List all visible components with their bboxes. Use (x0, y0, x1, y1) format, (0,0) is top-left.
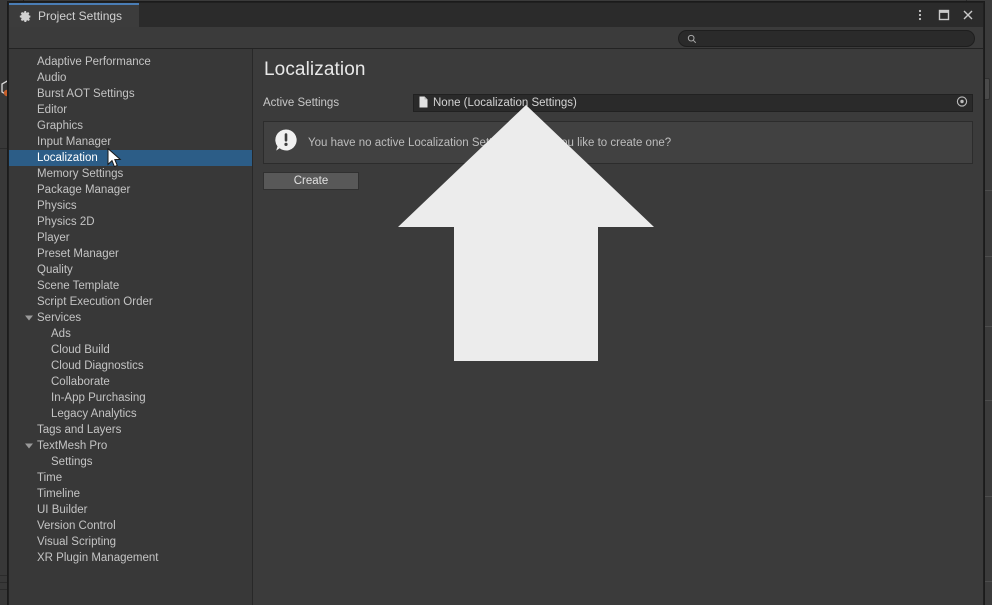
sidebar-item-label: Time (37, 472, 63, 484)
sidebar-item-visual-scripting[interactable]: Visual Scripting (9, 534, 252, 550)
sidebar-item-cloud-diagnostics[interactable]: Cloud Diagnostics (9, 358, 252, 374)
sidebar-item-tags-and-layers[interactable]: Tags and Layers (9, 422, 252, 438)
sidebar-item-label: Localization (37, 152, 98, 164)
maximize-button[interactable] (933, 4, 955, 26)
sidebar-item-label: XR Plugin Management (37, 552, 159, 564)
sidebar-item-label: Tags and Layers (37, 424, 122, 436)
sidebar-item-script-execution-order[interactable]: Script Execution Order (9, 294, 252, 310)
sidebar-item-ui-builder[interactable]: UI Builder (9, 502, 252, 518)
sidebar-item-version-control[interactable]: Version Control (9, 518, 252, 534)
sidebar-item-legacy-analytics[interactable]: Legacy Analytics (9, 406, 252, 422)
sidebar-item-label: Cloud Diagnostics (51, 360, 144, 372)
close-x-icon (963, 10, 973, 20)
active-settings-value: None (Localization Settings) (433, 97, 577, 109)
sidebar-item-time[interactable]: Time (9, 470, 252, 486)
sidebar-item-editor[interactable]: Editor (9, 102, 252, 118)
sidebar-item-input-manager[interactable]: Input Manager (9, 134, 252, 150)
sidebar-item-label: Graphics (37, 120, 84, 132)
search-input[interactable] (701, 32, 974, 45)
maximize-square-icon (938, 9, 950, 21)
sidebar-item-label: Editor (37, 104, 68, 116)
tab-label: Project Settings (38, 9, 123, 23)
search-toolbar (9, 27, 983, 49)
sidebar-item-label: Settings (51, 456, 93, 468)
sidebar-item-label: Ads (51, 328, 71, 340)
sidebar-item-label: Audio (37, 72, 67, 84)
window-body: Adaptive Performance Audio Burst AOT Setti… (9, 49, 983, 605)
gear-icon (19, 10, 32, 23)
sidebar-item-ads[interactable]: Ads (9, 326, 252, 342)
sidebar-item-label: Cloud Build (51, 344, 110, 356)
sidebar-item-label: Player (37, 232, 70, 244)
sidebar-item-label: Physics 2D (37, 216, 95, 228)
sidebar-item-package-manager[interactable]: Package Manager (9, 182, 252, 198)
sidebar-item-burst-aot-settings[interactable]: Burst AOT Settings (9, 86, 252, 102)
warning-icon (274, 128, 298, 157)
sidebar-item-label: In-App Purchasing (51, 392, 146, 404)
sidebar-item-label: Adaptive Performance (37, 56, 151, 68)
sidebar-item-label: Visual Scripting (37, 536, 117, 548)
sidebar-item-label: Preset Manager (37, 248, 119, 260)
sidebar-item-label: Version Control (37, 520, 116, 532)
sidebar-item-label: Memory Settings (37, 168, 124, 180)
active-settings-row: Active Settings None (Localization Setti… (263, 93, 973, 113)
project-settings-window: Project Settings Adaptive Performance Au… (8, 2, 984, 605)
sidebar-item-audio[interactable]: Audio (9, 70, 252, 86)
sidebar-item-label: Legacy Analytics (51, 408, 137, 420)
page-title: Localization (264, 59, 366, 80)
sidebar-item-label: Package Manager (37, 184, 131, 196)
sidebar-item-quality[interactable]: Quality (9, 262, 252, 278)
sidebar-item-physics-2d[interactable]: Physics 2D (9, 214, 252, 230)
sidebar-item-scene-template[interactable]: Scene Template (9, 278, 252, 294)
sidebar-item-xr-plugin-management[interactable]: XR Plugin Management (9, 550, 252, 566)
sidebar-item-label: Script Execution Order (37, 296, 153, 308)
search-icon (687, 34, 697, 43)
settings-sidebar[interactable]: Adaptive Performance Audio Burst AOT Setti… (9, 49, 253, 605)
sidebar-item-timeline[interactable]: Timeline (9, 486, 252, 502)
sidebar-item-services[interactable]: Services (9, 310, 252, 326)
sidebar-item-label: Input Manager (37, 136, 112, 148)
tab-project-settings[interactable]: Project Settings (9, 3, 139, 27)
search-field[interactable] (678, 30, 975, 47)
sidebar-item-cloud-build[interactable]: Cloud Build (9, 342, 252, 358)
sidebar-item-label: Quality (37, 264, 73, 276)
sidebar-item-collaborate[interactable]: Collaborate (9, 374, 252, 390)
sidebar-item-adaptive-performance[interactable]: Adaptive Performance (9, 54, 252, 70)
document-icon (419, 96, 428, 111)
helpbox-message: You have no active Localization Settings… (308, 136, 672, 149)
sidebar-item-in-app-purchasing[interactable]: In-App Purchasing (9, 390, 252, 406)
sidebar-item-graphics[interactable]: Graphics (9, 118, 252, 134)
window-tabbar: Project Settings (9, 3, 983, 27)
sidebar-item-label: Services (37, 312, 82, 324)
active-settings-object-field[interactable]: None (Localization Settings) (413, 94, 973, 112)
window-controls (909, 3, 979, 27)
sidebar-item-label: TextMesh Pro (37, 440, 108, 452)
sidebar-item-localization[interactable]: Localization (9, 150, 252, 166)
object-picker-icon[interactable] (956, 96, 968, 111)
close-button[interactable] (957, 4, 979, 26)
settings-content: Localization Active Settings None (Local… (253, 49, 983, 605)
sidebar-item-label: Burst AOT Settings (37, 88, 135, 100)
more-options-button[interactable] (909, 4, 931, 26)
sidebar-item-label: Timeline (37, 488, 81, 500)
sidebar-item-physics[interactable]: Physics (9, 198, 252, 214)
sidebar-item-textmesh-pro[interactable]: TextMesh Pro (9, 438, 252, 454)
active-settings-label: Active Settings (263, 97, 340, 109)
sidebar-item-preset-manager[interactable]: Preset Manager (9, 246, 252, 262)
sidebar-item-label: Scene Template (37, 280, 120, 292)
screen-root: Project Settings Adaptive Performance Au… (0, 0, 992, 605)
sidebar-item-label: Collaborate (51, 376, 110, 388)
sidebar-item-player[interactable]: Player (9, 230, 252, 246)
sidebar-item-label: UI Builder (37, 504, 88, 516)
vertical-ellipsis-icon (918, 9, 922, 21)
sidebar-item-settings[interactable]: Settings (9, 454, 252, 470)
no-settings-helpbox: You have no active Localization Settings… (263, 121, 973, 164)
foldout-triangle-icon[interactable] (25, 315, 33, 321)
sidebar-item-label: Physics (37, 200, 77, 212)
create-button[interactable]: Create (263, 172, 359, 190)
sidebar-item-memory-settings[interactable]: Memory Settings (9, 166, 252, 182)
foldout-triangle-icon[interactable] (25, 443, 33, 449)
